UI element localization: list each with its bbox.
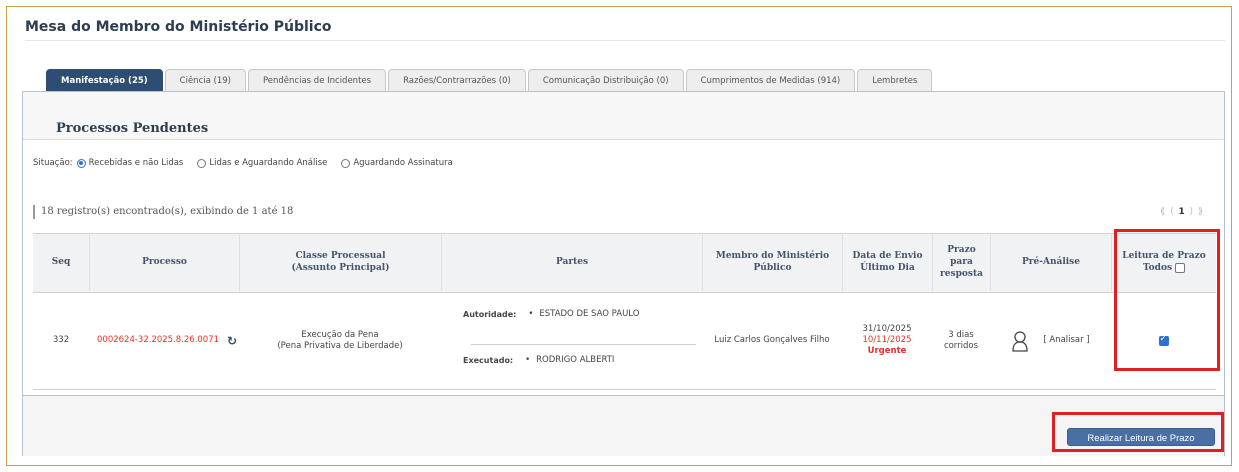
processos-table: Seq Processo Classe Processual (Assunto … — [33, 233, 1216, 390]
sync-icon[interactable]: ↻ — [227, 335, 237, 347]
first-page-icon[interactable]: ⟪ — [1160, 207, 1166, 217]
leitura-prazo-highlight — [1114, 229, 1220, 371]
tab-pendencias-incidentes[interactable]: Pendências de Incidentes — [247, 69, 387, 91]
radio-label: Lidas e Aguardando Análise — [209, 158, 328, 168]
radio-selected-icon[interactable] — [76, 158, 86, 168]
assunto-value: (Pena Privativa de Liberdade) — [277, 340, 403, 351]
executado-label: Executado: — [463, 356, 514, 365]
title-divider — [25, 40, 1225, 41]
radio-icon[interactable] — [197, 158, 207, 168]
panel-title: Processos Pendentes — [56, 121, 209, 136]
header-partes: Partes — [555, 257, 589, 267]
cell-pre-analise: [ Analisar ] — [990, 291, 1111, 390]
col-data-envio: Data de Envio Último Dia — [842, 233, 932, 291]
radio-lidas-aguardando-analise[interactable]: Lidas e Aguardando Análise — [197, 158, 327, 168]
header-resposta: resposta — [940, 269, 983, 279]
tab-bar: Manifestação (25) Ciência (19) Pendência… — [46, 69, 934, 91]
bullet-icon: • — [525, 355, 531, 365]
radio-icon[interactable] — [341, 158, 351, 168]
cell-data-envio: 31/10/2025 10/11/2025 Urgente — [842, 291, 932, 390]
data-envio-value: 31/10/2025 — [862, 324, 912, 334]
tab-lembretes[interactable]: Lembretes — [857, 69, 933, 91]
cell-membro: Luiz Carlos Gonçalves Filho — [702, 291, 842, 390]
analisar-link[interactable]: [ Analisar ] — [1043, 335, 1089, 346]
situacao-filter: Situação: Recebidas e não Lidas Lidas e … — [33, 158, 467, 168]
col-processo: Processo — [89, 233, 239, 291]
header-data-envio: Data de Envio — [852, 251, 923, 261]
tab-manifestacao[interactable]: Manifestação (25) — [46, 69, 163, 91]
header-pre-analise: Pré-Análise — [1022, 257, 1080, 267]
row-divider — [33, 389, 1216, 390]
radio-label: Aguardando Assinatura — [353, 158, 453, 168]
tab-ciencia[interactable]: Ciência (19) — [164, 69, 246, 91]
records-count: 18 registro(s) encontrado(s), exibindo d… — [41, 206, 294, 217]
header-seq: Seq — [51, 257, 71, 267]
tab-cumprimentos-medidas[interactable]: Cumprimentos de Medidas (914) — [685, 69, 856, 91]
prazo-tipo: corridos — [943, 340, 979, 351]
radio-label: Recebidas e não Lidas — [88, 158, 184, 168]
autoridade-value: ESTADO DE SAO PAULO — [539, 309, 640, 319]
tab-razoes-contrarrazoes[interactable]: Razões/Contrarrazões (0) — [388, 69, 526, 91]
parte-executado: Executado: • RODRIGO ALBERTI — [463, 355, 614, 366]
cell-classe: Execução da Pena (Pena Privativa de Libe… — [239, 291, 441, 390]
header-membro: Membro do Ministério — [715, 251, 830, 261]
header-ultimo-dia: Último Dia — [860, 263, 915, 273]
header-para: para — [950, 257, 973, 267]
page-title: Mesa do Membro do Ministério Público — [25, 19, 332, 35]
ultimo-dia-value: 10/11/2025 — [862, 335, 912, 345]
panel-footer — [23, 396, 1224, 456]
radio-recebidas-nao-lidas[interactable]: Recebidas e não Lidas — [76, 158, 184, 168]
action-button-highlight — [1052, 412, 1224, 452]
col-seq: Seq — [33, 233, 89, 291]
next-page-icon[interactable]: ⟩ — [1190, 207, 1195, 217]
bullet-icon: • — [528, 309, 534, 319]
col-partes: Partes — [441, 233, 702, 291]
col-membro: Membro do Ministério Público — [702, 233, 842, 291]
membro-value: Luiz Carlos Gonçalves Filho — [714, 335, 830, 345]
tab-comunicacao-distribuicao[interactable]: Comunicação Distribuição (0) — [527, 69, 684, 91]
cell-seq: 332 — [33, 291, 89, 390]
col-pre-analise: Pré-Análise — [990, 233, 1111, 291]
cell-processo: 0002624-32.2025.8.26.0071 ↻ — [89, 291, 247, 390]
user-avatar-icon — [1012, 330, 1028, 352]
last-page-icon[interactable]: ⟫ — [1198, 207, 1204, 217]
radio-aguardando-assinatura[interactable]: Aguardando Assinatura — [341, 158, 453, 168]
prev-page-icon[interactable]: ⟨ — [1170, 207, 1175, 217]
seq-value: 332 — [52, 335, 70, 345]
pagination: ⟪ ⟨ 1 ⟩ ⟫ — [1160, 207, 1204, 217]
autoridade-label: Autoridade: — [463, 310, 517, 319]
classe-value: Execução da Pena — [301, 329, 379, 340]
situacao-label: Situação: — [33, 158, 73, 168]
header-classe: Classe Processual — [295, 251, 386, 261]
processos-panel: Processos Pendentes Situação: Recebidas … — [22, 91, 1225, 456]
partes-divider — [471, 344, 696, 345]
header-processo: Processo — [142, 257, 187, 267]
header-prazo: Prazo — [947, 245, 976, 255]
urgente-badge: Urgente — [867, 346, 907, 356]
cell-prazo: 3 dias corridos — [932, 291, 990, 390]
prazo-value: 3 dias — [948, 329, 974, 340]
header-publico: Público — [753, 263, 792, 273]
executado-value: RODRIGO ALBERTI — [536, 355, 615, 365]
panel-divider — [23, 139, 1224, 140]
col-prazo: Prazo para resposta — [932, 233, 990, 291]
header-assunto: (Assunto Principal) — [291, 263, 390, 273]
processo-link[interactable]: 0002624-32.2025.8.26.0071 — [97, 335, 219, 346]
col-classe: Classe Processual (Assunto Principal) — [239, 233, 441, 291]
current-page[interactable]: 1 — [1178, 207, 1185, 217]
cell-partes: Autoridade: • ESTADO DE SAO PAULO Execut… — [441, 291, 702, 390]
parte-autoridade: Autoridade: • ESTADO DE SAO PAULO — [463, 309, 639, 320]
count-marker — [33, 205, 35, 219]
